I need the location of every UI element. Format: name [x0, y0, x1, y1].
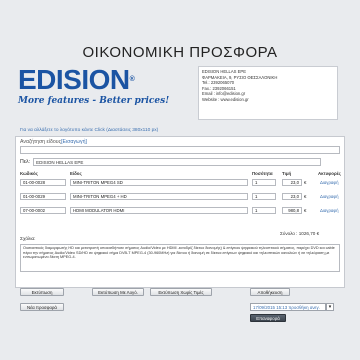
insert-link[interactable]: [Εισαγωγή]: [61, 139, 87, 145]
reload-button[interactable]: Επαναφορά: [250, 314, 286, 322]
currency-label: €: [304, 208, 307, 213]
header-actions: Ακτυφορές: [318, 171, 341, 176]
code-field[interactable]: 01-00-0028: [20, 179, 66, 186]
header-code: Κωδικός: [20, 171, 38, 176]
logo-change-link[interactable]: Για να αλλάξετε το λογότυπο κάντε Click …: [20, 128, 158, 133]
header-price: Τιμή: [282, 171, 292, 176]
code-field[interactable]: 07-00-0002: [20, 207, 66, 214]
code-field[interactable]: 01-00-0029: [20, 193, 66, 200]
qty-field[interactable]: 1: [252, 193, 276, 200]
offer-page: ΟΙΚΟΝΟΜΙΚΗ ΠΡΟΣΦΟΡΑ EDISION® More featur…: [0, 0, 360, 360]
table-header: Κωδικός Είδος Ποσότητα Τιμή Ακτυφορές: [20, 171, 341, 178]
print-button[interactable]: Εκτύπωση: [20, 288, 64, 296]
delete-link[interactable]: Διαγραφή: [320, 180, 339, 185]
new-offer-button[interactable]: Νέα προσφορά: [20, 303, 64, 311]
customer-row: Πελ: EDISION HELLAS EPE: [20, 158, 322, 166]
item-field[interactable]: HDMI MODULATOR HDMI: [70, 207, 248, 214]
print-with-logo-button[interactable]: Εκτύπωση Με Λογό.: [92, 288, 144, 296]
company-line: Website : www.edision.gr: [202, 96, 249, 102]
search-row: Αναζήτηση είδους[Εισαγωγή]: [20, 139, 87, 145]
delete-link[interactable]: Διαγραφή: [320, 194, 339, 199]
customer-label: Πελ:: [20, 159, 31, 165]
print-without-prices-button[interactable]: Εκτύπωση Χωρίς Τιμές: [150, 288, 212, 296]
logo-word: EDISION: [18, 64, 130, 95]
qty-field[interactable]: 1: [252, 179, 276, 186]
company-logo[interactable]: EDISION® More features - Better prices!: [18, 66, 178, 122]
notes-textarea[interactable]: Ουσιαστικός διαμορφωτής HD και μετατροπή…: [20, 244, 340, 272]
customer-input[interactable]: EDISION HELLAS EPE: [33, 158, 322, 166]
date-select[interactable]: 17/09/2015 15:13 προσθήκη ανεγ.: [250, 303, 326, 311]
chevron-down-icon[interactable]: ▾: [326, 303, 334, 311]
logo-slogan: More features - Better prices!: [18, 96, 170, 106]
table-row: 01-00-0029 MINI-TRITON MPEG4 + HD 1 23,0…: [20, 193, 340, 201]
total-label: Σύνολο : 1026,70 €: [280, 231, 320, 236]
item-field[interactable]: MINI-TRITON MPEG4 + HD: [70, 193, 248, 200]
notes-label: Σχόλια:: [20, 237, 36, 242]
logo-registered-mark: ®: [129, 76, 135, 83]
search-label: Αναζήτηση είδους: [20, 139, 62, 145]
search-input[interactable]: [20, 146, 340, 154]
currency-label: €: [304, 194, 307, 199]
delete-link[interactable]: Διαγραφή: [320, 208, 339, 213]
company-info: EDISION HELLAS EPE ΦΑΡΜΑΚΕΙΑ, 9, ΡΥΣΙΟ Θ…: [198, 66, 338, 120]
qty-field[interactable]: 1: [252, 207, 276, 214]
table-row: 07-00-0002 HDMI MODULATOR HDMI 1 980,8 €…: [20, 207, 340, 215]
page-title: ΟΙΚΟΝΟΜΙΚΗ ΠΡΟΣΦΟΡΑ: [82, 44, 278, 61]
header-item: Είδος: [70, 171, 82, 176]
header-qty: Ποσότητα: [252, 171, 273, 176]
currency-label: €: [304, 180, 307, 185]
price-field[interactable]: 23,0: [282, 193, 302, 200]
item-field[interactable]: MINI-TRITON MPEG4 SD: [70, 179, 248, 186]
save-button[interactable]: Αποθήκευση: [250, 288, 290, 296]
price-field[interactable]: 980,8: [282, 207, 302, 214]
table-row: 01-00-0028 MINI-TRITON MPEG4 SD 1 23,0 €…: [20, 179, 340, 187]
price-field[interactable]: 23,0: [282, 179, 302, 186]
